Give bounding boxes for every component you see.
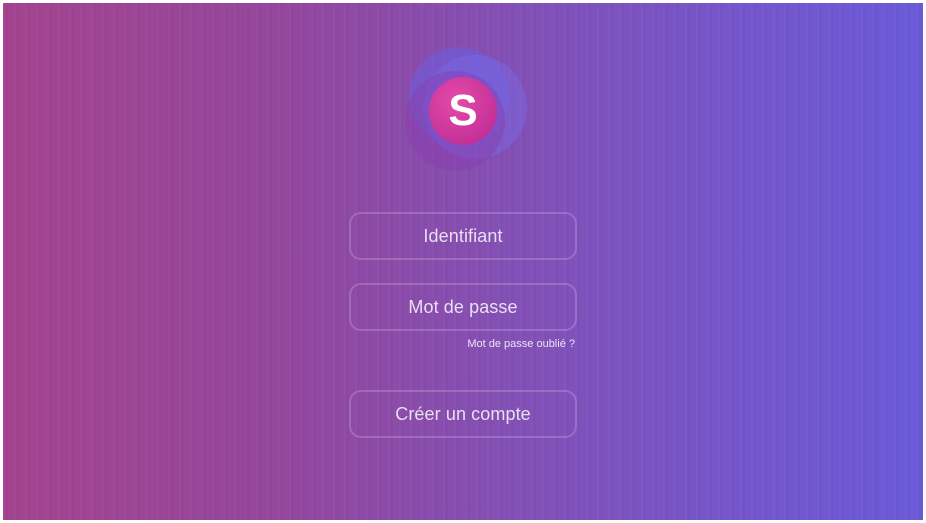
password-placeholder: Mot de passe xyxy=(408,296,518,317)
password-input[interactable]: Mot de passe xyxy=(349,283,577,331)
logo-letter: S xyxy=(448,86,477,135)
username-placeholder: Identifiant xyxy=(423,225,503,246)
forgot-password-link[interactable]: Mot de passe oublié ? xyxy=(433,338,575,350)
login-screen: S Identifiant Mot de passe Mot de passe … xyxy=(3,3,923,520)
create-account-label: Créer un compte xyxy=(395,403,531,424)
create-account-button[interactable]: Créer un compte xyxy=(349,390,577,438)
username-input[interactable]: Identifiant xyxy=(349,212,577,260)
app-logo: S xyxy=(405,47,527,171)
